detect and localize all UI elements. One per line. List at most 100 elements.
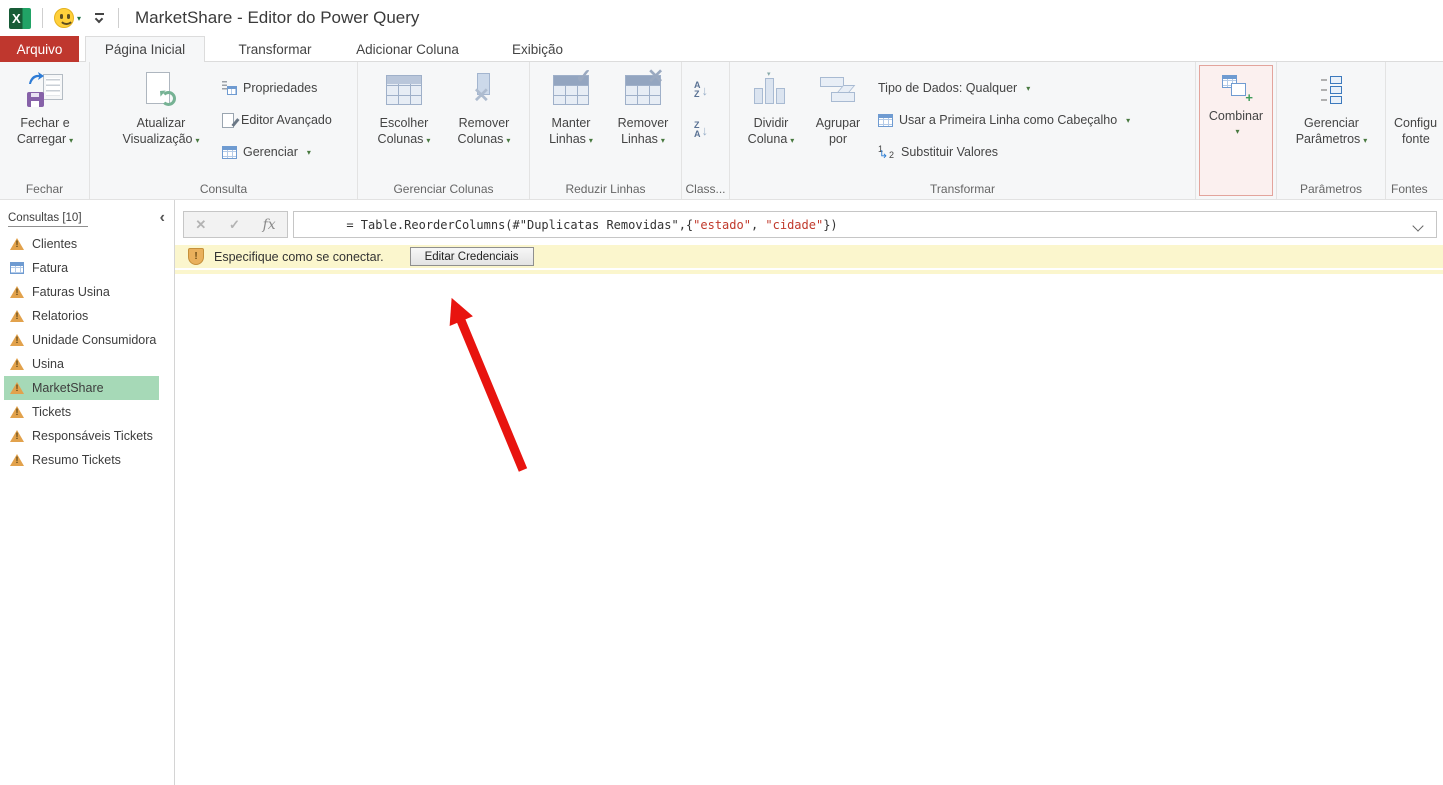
dropdown-caret-icon: ▾ <box>589 136 593 145</box>
ribbon-tab-strip: Arquivo Página Inicial Transformar Adici… <box>0 36 1443 62</box>
ribbon-group-fontes: Configu fonte Fontes <box>1386 62 1443 199</box>
smiley-dropdown-caret-icon[interactable]: ▾ <box>77 14 81 23</box>
warning-icon: ! <box>10 286 24 298</box>
dropdown-caret-icon: ▾ <box>307 148 311 157</box>
group-by-icon <box>820 76 856 104</box>
tab-pagina-inicial[interactable]: Página Inicial <box>85 36 205 63</box>
use-first-row-as-headers-button[interactable]: Usar a Primeira Linha como Cabeçalho ▾ <box>878 110 1130 130</box>
replace-values-button[interactable]: 1 ↳ 2 Substituir Valores <box>878 142 998 162</box>
tab-exibicao[interactable]: Exibição <box>495 36 580 62</box>
query-item-faturas-usina[interactable]: ! Faturas Usina <box>4 280 159 304</box>
titlebar-separator <box>118 8 119 28</box>
keep-rows-button[interactable]: ✓ Manter Linhas▾ <box>536 69 606 149</box>
dropdown-caret-icon: ▾ <box>790 136 794 145</box>
manage-parameters-button[interactable]: Gerenciar Parâmetros▾ <box>1287 69 1376 149</box>
group-label-consulta: Consulta <box>90 182 357 196</box>
query-item-tickets[interactable]: ! Tickets <box>4 400 159 424</box>
excel-icon: X <box>9 8 31 29</box>
formula-toolbar: ✕ ✓ fx <box>183 211 288 238</box>
warning-shield-icon: ! <box>188 248 204 265</box>
manage-parameters-icon <box>1321 76 1342 104</box>
group-label-reduzir-linhas: Reduzir Linhas <box>530 182 681 196</box>
sort-ascending-button[interactable]: AZ ↓ <box>694 80 708 100</box>
close-and-load-button[interactable]: Fechar e Carregar▾ <box>6 69 84 149</box>
data-type-button[interactable]: Tipo de Dados: Qualquer ▾ <box>878 78 1030 98</box>
first-row-header-table-icon <box>878 114 893 127</box>
remove-rows-button[interactable]: ✕ Remover Linhas▾ <box>608 69 678 149</box>
smiley-feedback-icon[interactable] <box>54 8 74 28</box>
warning-icon: ! <box>10 310 24 322</box>
query-item-fatura[interactable]: Fatura <box>4 256 159 280</box>
remove-columns-icon: ✕ <box>467 73 501 107</box>
queries-list: ! Clientes Fatura ! Faturas Usina ! Rela… <box>0 232 174 472</box>
power-query-editor-window: X ▾ MarketShare - Editor do Power Query … <box>0 0 1443 785</box>
dropdown-caret-icon: ▾ <box>1126 116 1130 125</box>
group-label-classificar: Class... <box>682 182 729 196</box>
query-item-usina[interactable]: ! Usina <box>4 352 159 376</box>
split-column-button[interactable]: ▾ Dividir Coluna▾ <box>740 69 802 149</box>
formula-string-literal: "estado" <box>693 218 751 232</box>
formula-input[interactable]: = Table.ReorderColumns(#"Duplicatas Remo… <box>293 211 1437 238</box>
sort-descending-button[interactable]: ZA ↓ <box>694 120 708 140</box>
warning-icon: ! <box>10 430 24 442</box>
excel-icon-letter: X <box>9 11 21 26</box>
formula-text: = Table.ReorderColumns(#"Duplicatas Remo… <box>346 218 693 232</box>
ribbon: Fechar e Carregar▾ Fechar Atualizar Visu… <box>0 62 1443 200</box>
warning-icon: ! <box>10 406 24 418</box>
quick-access-toolbar-dropdown-icon[interactable] <box>93 12 107 24</box>
query-item-marketshare-selected[interactable]: ! MarketShare <box>4 376 159 400</box>
collapse-sidebar-icon[interactable]: ‹ <box>160 209 165 227</box>
properties-icon <box>222 81 237 95</box>
dropdown-caret-icon: ▾ <box>195 136 199 145</box>
ribbon-group-gerenciar-colunas: Escolher Colunas▾ ✕ Remover Colunas▾ Ger… <box>358 62 530 199</box>
remove-rows-icon: ✕ <box>625 75 661 105</box>
sort-az-icon: AZ ↓ <box>694 81 708 99</box>
ribbon-group-transformar: ▾ Dividir Coluna▾ Agrupar por Tipo de Da… <box>730 62 1196 199</box>
tab-transformar[interactable]: Transformar <box>225 36 325 62</box>
combine-button[interactable]: + Combinar ▾ <box>1199 65 1273 196</box>
data-source-settings-button[interactable]: Configu fonte <box>1394 69 1443 147</box>
refresh-preview-icon <box>146 72 176 108</box>
replace-values-icon: 1 ↳ 2 <box>878 144 895 160</box>
expand-formula-bar-icon[interactable] <box>1412 220 1423 231</box>
advanced-editor-icon <box>222 113 235 128</box>
query-item-resumo-tickets[interactable]: ! Resumo Tickets <box>4 448 159 472</box>
warning-icon: ! <box>10 334 24 346</box>
commit-formula-icon[interactable]: ✓ <box>229 217 240 233</box>
formula-string-literal: "cidade" <box>765 218 823 232</box>
credentials-warning-bar: ! Especifique como se conectar. Editar C… <box>175 245 1443 268</box>
manage-button[interactable]: Gerenciar ▾ <box>222 142 311 162</box>
warning-icon: ! <box>10 382 24 394</box>
query-item-clientes[interactable]: ! Clientes <box>4 232 159 256</box>
close-and-load-icon <box>27 72 63 108</box>
ribbon-group-fechar: Fechar e Carregar▾ Fechar <box>0 62 90 199</box>
dropdown-caret-icon: ▾ <box>1026 84 1030 93</box>
ribbon-group-consulta: Atualizar Visualização▾ Propriedades Edi… <box>90 62 358 199</box>
edit-credentials-button[interactable]: Editar Credenciais <box>410 247 534 266</box>
fx-icon[interactable]: fx <box>263 217 276 233</box>
query-item-relatorios[interactable]: ! Relatorios <box>4 304 159 328</box>
group-label-fontes: Fontes <box>1386 182 1443 196</box>
cancel-formula-icon[interactable]: ✕ <box>195 217 206 233</box>
dropdown-caret-icon: ▾ <box>1235 127 1239 136</box>
group-label-gerenciar-colunas: Gerenciar Colunas <box>358 182 529 196</box>
dropdown-caret-icon: ▾ <box>69 136 73 145</box>
properties-button[interactable]: Propriedades <box>222 78 317 98</box>
refresh-preview-button[interactable]: Atualizar Visualização▾ <box>108 69 214 149</box>
warning-bar-underline <box>175 270 1443 274</box>
tab-arquivo[interactable]: Arquivo <box>0 36 79 62</box>
remove-columns-button[interactable]: ✕ Remover Colunas▾ <box>446 69 522 149</box>
dropdown-caret-icon: ▾ <box>506 136 510 145</box>
group-by-button[interactable]: Agrupar por <box>806 69 870 147</box>
tab-adicionar-coluna[interactable]: Adicionar Coluna <box>345 36 470 62</box>
ribbon-group-reduzir-linhas: ✓ Manter Linhas▾ ✕ Remover Linhas▾ Reduz… <box>530 62 682 199</box>
choose-columns-button[interactable]: Escolher Colunas▾ <box>366 69 442 149</box>
warning-icon: ! <box>10 238 24 250</box>
split-column-icon: ▾ <box>754 74 788 106</box>
advanced-editor-button[interactable]: Editor Avançado <box>222 110 332 130</box>
manage-table-icon <box>222 146 237 159</box>
query-item-unidade-consumidora[interactable]: ! Unidade Consumidora <box>4 328 159 352</box>
ribbon-group-classificar: AZ ↓ ZA ↓ Class... <box>682 62 730 199</box>
query-item-responsaveis-tickets[interactable]: ! Responsáveis Tickets <box>4 424 159 448</box>
combine-icon: + <box>1222 75 1250 101</box>
